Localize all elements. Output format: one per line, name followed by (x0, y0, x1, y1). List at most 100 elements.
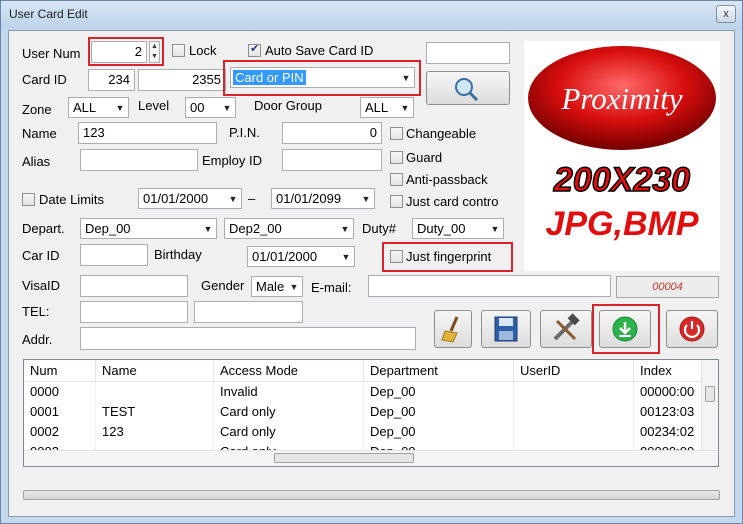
scrollbar-thumb[interactable] (274, 453, 414, 463)
chevron-down-icon: ▼ (400, 103, 410, 113)
photo-placeholder: Proximity 200X230 JPG,BMP (528, 46, 716, 243)
pin-input[interactable]: 0 (282, 122, 382, 144)
gender-select[interactable]: Male ▼ (251, 276, 303, 297)
user-num-label: User Num (22, 46, 81, 61)
photo-size-text: 200X230 (553, 161, 690, 199)
level-select[interactable]: 00 ▼ (185, 97, 236, 118)
column-header-access-mode[interactable]: Access Mode (214, 360, 364, 382)
date-limits-checkbox[interactable] (22, 193, 35, 206)
alias-input[interactable] (80, 149, 198, 171)
lock-checkbox[interactable] (172, 44, 185, 57)
card-id-label: Card ID (22, 72, 67, 87)
dialog-body: User Num 2 ▲▼ Lock Auto Save Card ID Car… (8, 30, 735, 517)
chevron-down-icon: ▼ (203, 224, 213, 234)
addr-input[interactable] (80, 327, 416, 350)
zone-select[interactable]: ALL ▼ (68, 97, 129, 118)
save-button[interactable] (481, 310, 531, 348)
cell-name (96, 382, 214, 402)
settings-button[interactable] (540, 310, 592, 348)
highlight-just-fingerprint (382, 242, 513, 272)
name-input[interactable]: 123 (78, 122, 217, 144)
auto-save-checkbox[interactable] (248, 42, 261, 57)
tel2-input[interactable] (194, 301, 303, 323)
cell-num: 0002 (24, 422, 96, 442)
visa-id-input[interactable] (80, 275, 188, 297)
tel-input[interactable] (80, 301, 188, 323)
employ-id-label: Employ ID (202, 153, 262, 168)
birthday-picker[interactable]: 01/01/2000 ▼ (247, 246, 355, 267)
title-bar: User Card Edit x (1, 1, 742, 29)
date-from-value: 01/01/2000 (143, 191, 209, 206)
duty-select[interactable]: Duty_00 ▼ (412, 218, 504, 239)
depart2-value: Dep2_00 (229, 221, 282, 236)
highlight-user-num (88, 37, 164, 66)
photo-brand-text: Proximity (560, 81, 682, 116)
door-group-select[interactable]: ALL ▼ (360, 97, 414, 118)
guard-label: Guard (406, 150, 443, 165)
clear-button[interactable] (434, 310, 472, 348)
card-id-site-input[interactable]: 234 (88, 69, 135, 91)
user-table[interactable]: Num Name Access Mode Department UserID I… (23, 359, 719, 467)
cell-department: Dep_00 (364, 422, 514, 442)
search-icon (455, 78, 479, 102)
pin-label: P.I.N. (229, 125, 260, 140)
chevron-down-icon: ▼ (361, 194, 371, 204)
table-row[interactable]: 0002 123 Card only Dep_00 00234:02 (24, 422, 702, 442)
chevron-down-icon: ▼ (340, 224, 350, 234)
chevron-down-icon: ▼ (289, 282, 299, 292)
blank-field-top[interactable] (426, 42, 510, 64)
employ-id-input[interactable] (282, 149, 382, 171)
tel-label: TEL: (22, 304, 50, 319)
cell-userid (514, 402, 634, 422)
birthday-value: 01/01/2000 (252, 249, 318, 264)
cell-access-mode: Card only (214, 422, 364, 442)
horizontal-scrollbar[interactable] (24, 450, 718, 466)
anti-passback-checkbox[interactable] (390, 173, 403, 186)
cell-num: 0000 (24, 382, 96, 402)
depart-select[interactable]: Dep_00 ▼ (80, 218, 217, 239)
close-button[interactable]: x (716, 5, 736, 23)
date-to-picker[interactable]: 01/01/2099 ▼ (271, 188, 375, 209)
name-label: Name (22, 126, 57, 141)
visa-id-label: VisaID (22, 278, 61, 293)
exit-button[interactable] (666, 310, 718, 348)
code-display: 00004 (616, 276, 719, 298)
level-label: Level (138, 98, 170, 113)
scrollbar-thumb[interactable] (705, 386, 715, 402)
photo-panel[interactable]: Proximity 200X230 JPG,BMP (524, 41, 720, 271)
just-card-label: Just card contro (406, 194, 499, 209)
addr-label: Addr. (22, 332, 53, 347)
cell-department: Dep_00 (364, 402, 514, 422)
chevron-down-icon: ▼ (341, 252, 351, 262)
table-row[interactable]: 0001 TEST Card only Dep_00 00123:03 (24, 402, 702, 422)
cell-name: TEST (96, 402, 214, 422)
changeable-checkbox[interactable] (390, 127, 403, 140)
guard-checkbox[interactable] (390, 151, 403, 164)
depart-label: Depart. (22, 221, 65, 236)
zone-label: Zone (22, 102, 52, 117)
user-card-edit-window: User Card Edit x User Num 2 ▲▼ Lock Auto… (0, 0, 743, 524)
photo-format-text: JPG,BMP (545, 205, 698, 243)
cell-index: 00000:00 (634, 382, 702, 402)
just-card-checkbox[interactable] (390, 195, 403, 208)
date-to-value: 01/01/2099 (276, 191, 342, 206)
vertical-scrollbar[interactable] (701, 360, 718, 451)
power-icon (679, 316, 705, 342)
car-id-label: Car ID (22, 248, 60, 263)
column-header-userid[interactable]: UserID (514, 360, 634, 382)
column-header-num[interactable]: Num (24, 360, 96, 382)
depart-value: Dep_00 (85, 221, 131, 236)
column-header-name[interactable]: Name (96, 360, 214, 382)
column-header-department[interactable]: Department (364, 360, 514, 382)
door-group-label: Door Group (254, 98, 322, 113)
search-button[interactable] (426, 71, 510, 105)
card-id-number-input[interactable]: 2355 (138, 69, 226, 91)
date-from-picker[interactable]: 01/01/2000 ▼ (138, 188, 242, 209)
cell-name: 123 (96, 422, 214, 442)
depart2-select[interactable]: Dep2_00 ▼ (224, 218, 354, 239)
table-row[interactable]: 0000 Invalid Dep_00 00000:00 (24, 382, 702, 402)
anti-passback-label: Anti-passback (406, 172, 488, 187)
email-input[interactable] (368, 275, 611, 297)
car-id-input[interactable] (80, 244, 148, 266)
broom-icon (441, 316, 459, 343)
